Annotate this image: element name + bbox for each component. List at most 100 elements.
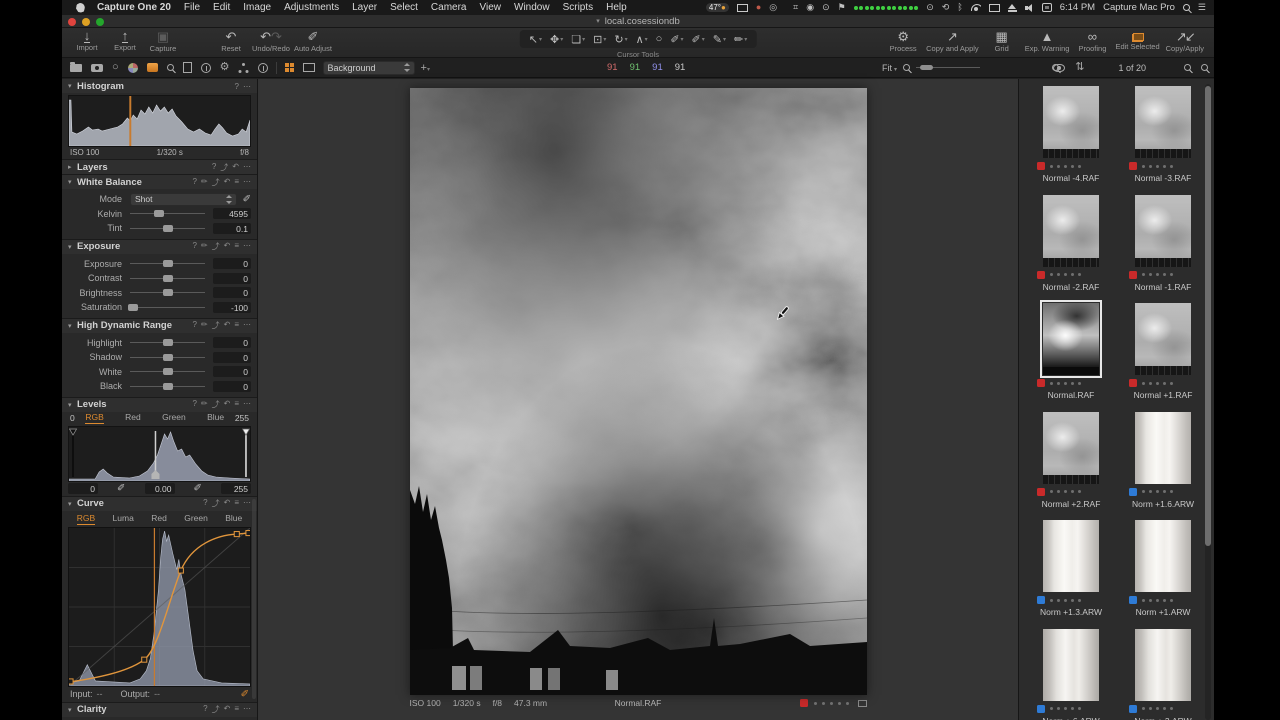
white-value[interactable]: 0 <box>213 366 251 378</box>
contrast-slider[interactable] <box>130 274 205 282</box>
copy-icon[interactable]: ⤴ <box>212 177 220 188</box>
levels-tab-green[interactable]: Green <box>162 412 186 424</box>
window-title-bar[interactable]: ▾ local.cosessiondb <box>62 15 1214 28</box>
thumbnail-cell[interactable]: Normal -4.RAF <box>1025 86 1117 195</box>
input-source-icon[interactable] <box>1041 3 1052 12</box>
tint-slider[interactable] <box>130 224 205 232</box>
more-icon[interactable]: ⋯ <box>243 162 251 173</box>
info-tab-icon[interactable] <box>257 62 268 73</box>
tools-scrollbar[interactable] <box>252 499 256 699</box>
edit-selected-button[interactable]: Edit Selected <box>1115 30 1160 53</box>
expand-icon[interactable]: ▸ <box>68 163 77 171</box>
weather-icon[interactable]: 47°● <box>705 3 729 12</box>
rating-dots[interactable] <box>1142 707 1176 710</box>
thumbnail-cell[interactable]: Norm +.6.ARW <box>1025 628 1117 720</box>
curve-tab-red[interactable]: Red <box>151 513 167 525</box>
exposure-tab-icon[interactable] <box>146 63 158 72</box>
collapse-icon[interactable]: ▾ <box>68 706 77 714</box>
levels-mid-value[interactable]: 0.00 <box>144 482 175 494</box>
saturation-value[interactable]: -100 <box>213 301 251 313</box>
help-icon[interactable]: ? <box>192 320 196 331</box>
menu-scripts[interactable]: Scripts <box>563 2 594 13</box>
thumbnail-cell-selected[interactable]: Normal.RAF <box>1025 300 1117 412</box>
thumbnail-image[interactable] <box>1135 628 1191 701</box>
capture-tab-icon[interactable] <box>91 63 103 72</box>
menu-layer[interactable]: Layer <box>352 2 377 13</box>
color-tag[interactable] <box>799 699 808 707</box>
curve-header[interactable]: ▾ Curve ? ⤴ ↶ ≡ ⋯ <box>62 496 257 511</box>
color-tag[interactable] <box>1037 270 1045 279</box>
thumbnail-image[interactable] <box>1043 628 1099 701</box>
help-icon[interactable]: ? <box>203 498 207 509</box>
more-icon[interactable]: ⋯ <box>243 177 251 188</box>
lens-tab-icon[interactable]: ○ <box>112 62 119 73</box>
color-tag[interactable] <box>1129 596 1137 604</box>
rating-dots[interactable] <box>1142 164 1176 168</box>
color-tag[interactable] <box>1037 596 1045 604</box>
minimize-window-button[interactable] <box>82 18 90 26</box>
rating-dots[interactable] <box>1050 707 1084 710</box>
export-button[interactable]: ↑ Export <box>108 29 142 53</box>
wb-mode-select[interactable]: Shot <box>130 192 237 206</box>
rating-dots[interactable] <box>1050 164 1084 168</box>
curve-picker-icon[interactable]: ✐ <box>241 689 249 700</box>
more-icon[interactable]: ⋯ <box>243 241 251 252</box>
wifi-icon[interactable] <box>970 4 981 11</box>
thumbnail-cell[interactable]: Normal +2.RAF <box>1025 411 1117 521</box>
thumbnail-cell[interactable]: Norm +.3.ARW <box>1117 628 1209 720</box>
menu-file[interactable]: File <box>184 2 200 13</box>
rating-dots[interactable] <box>1050 490 1084 493</box>
slider-thumb[interactable] <box>162 274 173 282</box>
curve-graph[interactable] <box>67 526 252 687</box>
slider-thumb[interactable] <box>162 382 173 390</box>
edit-icon[interactable]: ✏ <box>201 320 208 331</box>
copy-and-apply-button[interactable]: ↗ Copy and Apply <box>926 30 979 54</box>
edit-icon[interactable]: ✏ <box>201 399 208 410</box>
thumbnail-image[interactable] <box>1040 300 1102 378</box>
thumbnail-cell[interactable]: Norm +1.ARW <box>1117 520 1209 629</box>
kelvin-slider[interactable] <box>130 210 205 218</box>
menu-camera[interactable]: Camera <box>431 2 467 13</box>
add-layer-button[interactable]: +▾ <box>421 62 430 74</box>
reset-button[interactable]: ↶ Reset <box>214 30 248 54</box>
highlight-value[interactable]: 0 <box>213 337 251 349</box>
menu-image[interactable]: Image <box>243 2 271 13</box>
copy-apply-button[interactable]: ↗↙ Copy/Apply <box>1166 30 1204 54</box>
exposure-value[interactable]: 0 <box>213 258 251 270</box>
color-tag[interactable] <box>1037 379 1045 387</box>
thumbnail-image[interactable] <box>1043 194 1099 267</box>
brightness-value[interactable]: 0 <box>213 287 251 299</box>
curve-tab-rgb[interactable]: RGB <box>76 513 96 525</box>
rotate-tool[interactable]: ↻ ▾ <box>611 31 630 47</box>
black-slider[interactable] <box>130 382 205 390</box>
rating-dots[interactable] <box>813 701 852 705</box>
import-button[interactable]: ↓ Import <box>70 29 104 53</box>
clarity-header[interactable]: ▾ Clarity ? ⤴ ↶ ≡ ⋯ <box>62 702 257 717</box>
rating-dots[interactable] <box>1142 490 1176 493</box>
more-icon[interactable]: ⋯ <box>243 704 251 715</box>
alert-icon[interactable]: ⊙ <box>822 3 830 12</box>
black-picker-icon[interactable]: ✐ <box>102 483 141 494</box>
rating-dots[interactable] <box>1050 381 1084 385</box>
thumbnail-image[interactable] <box>1043 86 1099 158</box>
zoom-window-button[interactable] <box>96 18 104 26</box>
pan-tool[interactable]: ✥ ▾ <box>547 31 566 47</box>
white-balance-picker-tool[interactable]: ✐ ▾ <box>689 31 708 47</box>
help-icon[interactable]: ? <box>192 177 196 188</box>
menu-app[interactable]: Capture One 20 <box>97 2 171 13</box>
levels-black-value[interactable]: 0 <box>68 482 98 494</box>
zoom-out-icon[interactable] <box>903 64 911 71</box>
color-tag[interactable] <box>1037 704 1045 713</box>
levels-tab-rgb[interactable]: RGB <box>85 412 104 424</box>
capture-button[interactable]: ▣ Capture <box>146 30 180 54</box>
thumbnail-cell[interactable]: Normal -3.RAF <box>1117 86 1209 195</box>
main-photo[interactable] <box>409 88 867 695</box>
copy-icon[interactable]: ⤴ <box>212 320 220 331</box>
machine-name[interactable]: Capture Mac Pro <box>1103 2 1175 13</box>
sync-icon[interactable]: ◉ <box>806 3 814 12</box>
levels-histogram[interactable] <box>68 425 251 482</box>
slider-thumb[interactable] <box>162 353 173 361</box>
slider-thumb[interactable] <box>162 260 173 268</box>
thumbnail-image[interactable] <box>1135 86 1191 158</box>
thumbnail-image[interactable] <box>1043 520 1099 592</box>
